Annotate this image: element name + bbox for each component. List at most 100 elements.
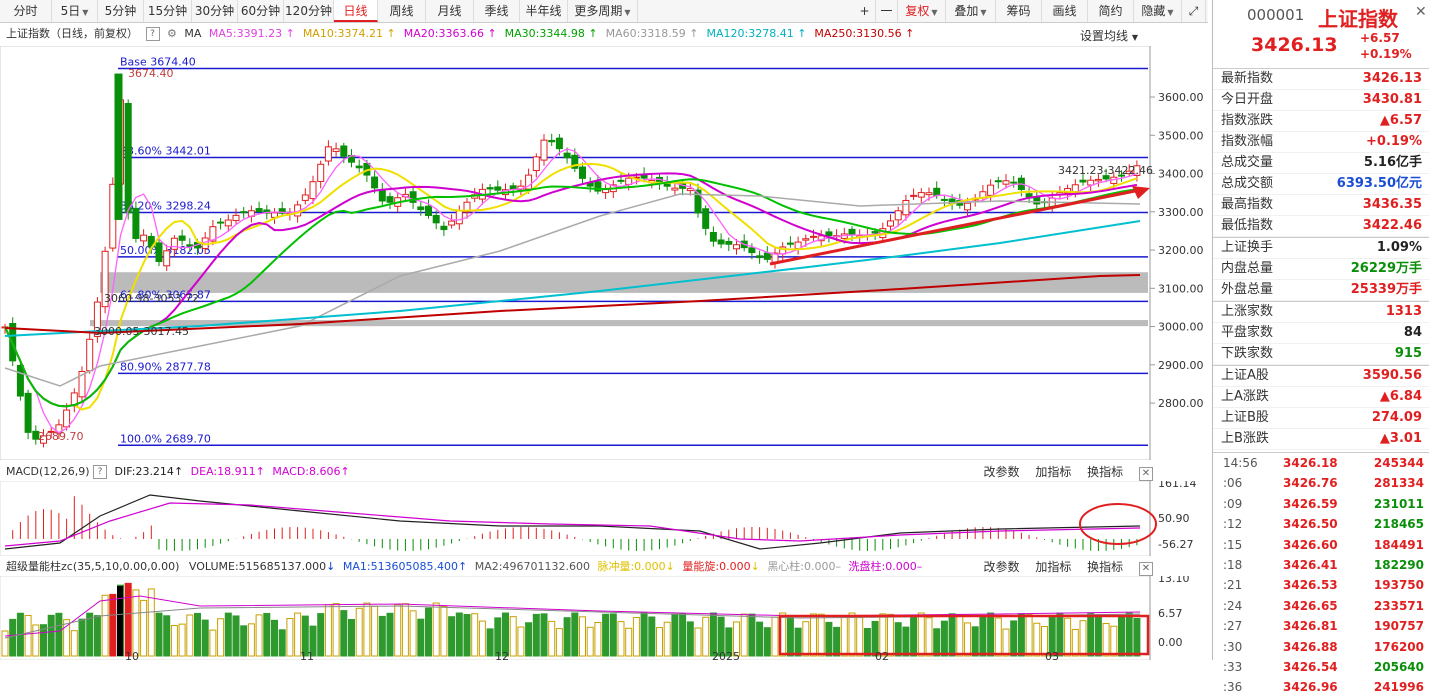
period-tab-30min[interactable]: 30分钟	[192, 0, 238, 22]
price-axis-label: 2800.00	[1158, 397, 1204, 410]
period-tab-monthly[interactable]: 月线	[426, 0, 474, 22]
volume-bar	[810, 613, 817, 657]
volume-bar	[694, 627, 702, 657]
volume-bar	[24, 614, 32, 657]
candlestick-chart[interactable]: 3600.00 3500.00 3400.00 3300.00 3200.00 3100.…	[0, 46, 1208, 460]
macd-chart[interactable]: 161.14 50.90 -56.27	[0, 481, 1208, 556]
period-tab-more[interactable]: 更多周期 ▼	[568, 0, 638, 22]
candle-body	[540, 139, 548, 161]
period-tab-60min[interactable]: 60分钟	[238, 0, 284, 22]
candle-body	[917, 192, 925, 198]
volume-bar	[9, 618, 17, 657]
period-tab-5day[interactable]: 5日 ▼	[52, 0, 98, 22]
volume-ma2: MA2:496701132.600	[474, 560, 590, 573]
draw-button[interactable]: 画线	[1042, 0, 1088, 22]
volume-bar	[532, 613, 540, 657]
volume-bar	[602, 613, 610, 657]
period-tab-15min[interactable]: 15分钟	[144, 0, 192, 22]
candle-body	[340, 145, 348, 157]
candle-body	[756, 255, 764, 259]
stat-label: 下跌家数	[1221, 346, 1274, 361]
stat-label: 上证换手	[1221, 240, 1274, 255]
macd-axis-label: -56.27	[1158, 538, 1193, 551]
ma-settings-button[interactable]: 设置均线 ▼	[1080, 27, 1138, 44]
period-tab-120min[interactable]: 120分钟	[284, 0, 334, 22]
tick-time: :30	[1223, 639, 1243, 654]
help-icon[interactable]: ?	[145, 27, 160, 41]
volume-bar	[263, 613, 271, 657]
macd-change-params-button[interactable]: 改参数	[983, 465, 1019, 479]
macd-switch-indicator-button[interactable]: 换指标	[1087, 465, 1123, 479]
dea-line	[4, 502, 1141, 547]
overlay-button[interactable]: 叠加 ▼	[946, 0, 996, 22]
help-icon[interactable]: ?	[93, 465, 108, 479]
stat-value: 25339万手	[1350, 282, 1422, 297]
volume-bar	[163, 615, 171, 657]
volume-bar	[579, 616, 586, 657]
volume-bar	[964, 622, 971, 657]
volume-bar	[817, 613, 825, 657]
stat-row: 最新指数 3426.13	[1213, 69, 1429, 90]
candle-body	[417, 206, 425, 211]
tick-price: 3426.53	[1283, 578, 1338, 593]
close-icon[interactable]: ✕	[1139, 467, 1153, 481]
candle-body	[802, 238, 810, 241]
volume-spin: 量能旋:0.000	[682, 560, 751, 573]
fib-label: 100.0% 2689.70	[120, 432, 211, 445]
stat-label: 最新指数	[1221, 71, 1274, 86]
volume-bar	[663, 621, 671, 657]
ma-value-1: MA10:3374.21 ↑	[302, 27, 396, 40]
volume-bar	[740, 613, 748, 657]
tick-time: :09	[1223, 496, 1243, 511]
volume-bar	[863, 627, 871, 657]
candle-body	[240, 211, 248, 214]
zoom-in-button[interactable]: +	[854, 0, 876, 22]
volume-bar	[756, 621, 764, 657]
candle-body	[848, 228, 856, 235]
close-icon[interactable]: ✕	[1139, 562, 1153, 576]
volume-bar	[956, 613, 964, 657]
tick-volume: 182290	[1373, 557, 1424, 572]
candle-body	[324, 146, 332, 162]
volume-switch-indicator-button[interactable]: 换指标	[1087, 560, 1123, 574]
volume-bar	[948, 613, 956, 657]
volume-bar	[348, 618, 355, 657]
period-tab-intraday[interactable]: 分时	[0, 0, 52, 22]
period-tab-daily[interactable]: 日线	[334, 0, 378, 22]
volume-bar	[1110, 625, 1118, 657]
gear-icon[interactable]: ⚙	[167, 27, 177, 40]
zoom-out-button[interactable]: 一	[876, 0, 898, 22]
period-tab-weekly[interactable]: 周线	[378, 0, 426, 22]
candle-body	[155, 242, 163, 263]
volume-add-indicator-button[interactable]: 加指标	[1035, 560, 1071, 574]
volume-bar	[1094, 614, 1102, 657]
stat-value: 3426.13	[1362, 71, 1422, 86]
period-tab-5min[interactable]: 5分钟	[98, 0, 144, 22]
volume-change-params-button[interactable]: 改参数	[983, 560, 1019, 574]
close-icon[interactable]: ✕	[1415, 4, 1429, 20]
period-tab-quarterly[interactable]: 季线	[474, 0, 520, 22]
volume-chart[interactable]: 13.10 6.57 0.00 10 11 12 2025 02 03	[0, 576, 1208, 660]
hide-button[interactable]: 隐藏 ▼	[1134, 0, 1182, 22]
macd-dif: DIF:23.214	[114, 465, 174, 478]
overlay-label: 叠加	[954, 4, 979, 18]
macd-add-indicator-button[interactable]: 加指标	[1035, 465, 1071, 479]
candle-body	[440, 225, 448, 231]
candle-body	[163, 250, 171, 267]
tick-row: :36 3426.96 241996	[1213, 677, 1429, 697]
candle-body	[178, 235, 186, 241]
adjust-button[interactable]: 复权 ▼	[898, 0, 946, 22]
macd-axis-label: 50.90	[1158, 512, 1190, 525]
range-annotation: 3060.98-3053.72	[104, 292, 199, 305]
stat-value: 274.09	[1371, 410, 1422, 425]
period-tab-halfyear[interactable]: 半年线	[520, 0, 568, 22]
volume-bar	[617, 621, 625, 657]
simple-button[interactable]: 简约	[1088, 0, 1134, 22]
chips-button[interactable]: 筹码	[996, 0, 1042, 22]
candle-body	[709, 232, 717, 242]
volume-bar	[355, 607, 363, 657]
candle-body	[1010, 181, 1018, 184]
candle-body	[1071, 184, 1079, 193]
tick-price: 3426.76	[1283, 476, 1338, 491]
expand-icon[interactable]: ⤢	[1182, 0, 1206, 22]
